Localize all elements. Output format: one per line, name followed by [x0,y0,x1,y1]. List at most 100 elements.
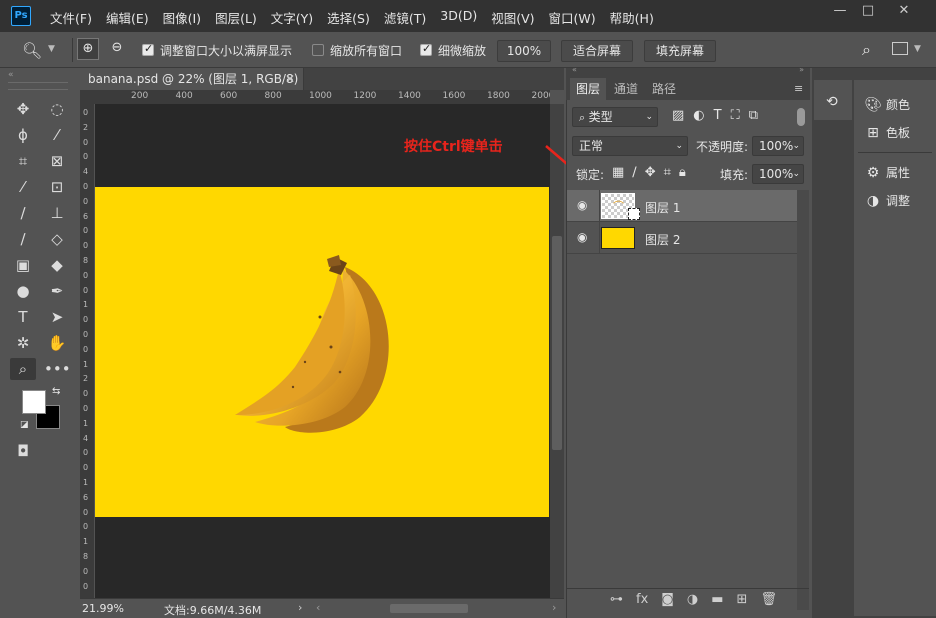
history-icon[interactable]: ⟲ [826,94,838,110]
fx-icon[interactable]: fx [636,592,648,607]
layers-scrollbar[interactable] [797,190,809,610]
type-filter-icon[interactable]: T [714,108,722,123]
menu-type[interactable]: 文字(Y) [271,8,313,27]
custom-shape-icon[interactable]: ✲ [10,332,36,354]
dock-item-swatches[interactable]: ⊞ 色板 [864,122,910,144]
hand-tool-icon[interactable]: ✋ [44,332,70,354]
toolbar-grip[interactable] [8,82,68,90]
dodge-icon[interactable]: ● [10,280,36,302]
layer-name[interactable]: 图层 1 [645,199,680,216]
search-icon[interactable]: ⌕ [862,40,871,60]
close-button[interactable]: ✕ [890,0,918,22]
zoom-out-icon[interactable]: ⊖ [106,38,128,60]
lock-image-icon[interactable]: ∕ [632,165,636,180]
frame-tool-icon[interactable]: ⊠ [44,150,70,172]
layer-row[interactable]: ◉ 图层 2 [567,222,797,254]
zoom-tool-preset-icon[interactable]: 🔍︎ [22,41,42,60]
workspace-icon[interactable] [892,42,908,55]
panel-menu-icon[interactable]: ≡ [794,82,803,95]
menu-image[interactable]: 图像(I) [163,8,201,27]
menu-view[interactable]: 视图(V) [491,8,534,27]
eyedropper-icon[interactable]: ⁄ [10,176,36,198]
crop-icon[interactable]: ⌗ [10,150,36,172]
layer-row[interactable]: ◉ ⌒ 图层 1 [567,190,797,222]
scroll-left-icon[interactable]: ‹ [316,601,320,614]
move-tool-icon[interactable]: ✥ [10,98,36,120]
scroll-right-icon[interactable]: › [552,601,556,614]
filter-type-select[interactable]: ⌕ 类型 ⌄ [572,107,658,127]
lock-all-icon[interactable]: 🔒︎ [679,165,686,180]
dock-item-color[interactable]: 🎨︎ 颜色 [864,94,910,116]
horizontal-scrollbar-thumb[interactable] [390,604,468,613]
zoom-in-icon[interactable]: ⊕ [77,38,99,60]
layer-thumbnail[interactable] [601,227,635,249]
ruler-origin[interactable] [80,90,95,104]
elliptical-marquee-icon[interactable]: ◌ [44,98,70,120]
menu-select[interactable]: 选择(S) [327,8,370,27]
brush-icon[interactable]: ∕ [10,202,36,224]
path-selection-icon[interactable]: ➤ [44,306,70,328]
dock-item-adjustments[interactable]: ◑ 调整 [864,190,910,212]
clone-stamp-icon[interactable]: ⊥ [44,202,70,224]
adjustment-filter-icon[interactable]: ◐ [693,108,704,123]
tab-layers[interactable]: 图层 [570,78,607,100]
blend-mode-select[interactable]: 正常 ⌄ [572,136,688,156]
collapse-panel-icon[interactable]: « [572,65,577,74]
adjustment-layer-icon[interactable]: ◑ [687,592,698,607]
scrollbar-thumb[interactable] [552,236,562,450]
zoom-status[interactable]: 21.99% [82,602,124,615]
maximize-button[interactable]: □ [854,0,882,22]
menu-filter[interactable]: 滤镜(T) [384,8,426,27]
default-colors-icon[interactable]: ◪ [20,420,29,430]
lock-artboard-icon[interactable]: ⌗ [664,165,671,180]
zoom-tool-icon[interactable]: ⌕ [10,358,36,380]
resize-windows-checkbox[interactable] [142,42,154,59]
zoom-100-button[interactable]: 100% [497,40,551,62]
fill-screen-button[interactable]: 填充屏幕 [644,40,716,62]
tab-channels[interactable]: 通道 [608,78,644,100]
menu-file[interactable]: 文件(F) [50,8,92,27]
close-tab-icon[interactable]: ✕ [285,68,295,90]
filter-toggle[interactable] [797,108,805,126]
lock-transparency-icon[interactable]: ▦ [612,165,624,180]
pen-icon[interactable]: ✒ [44,280,70,302]
expand-panel-icon[interactable]: » [799,65,804,74]
history-brush-icon[interactable]: ∕ [10,228,36,250]
opacity-field[interactable]: 100% ⌄ [752,136,804,156]
eye-visibility-icon[interactable]: ◉ [577,230,587,244]
canvas[interactable] [95,187,549,517]
layer-name[interactable]: 图层 2 [645,231,680,248]
minimize-button[interactable]: — [826,0,854,22]
blur-drop-icon[interactable]: ◆ [44,254,70,276]
menu-3d[interactable]: 3D(D) [440,8,477,27]
menu-help[interactable]: 帮助(H) [610,8,654,27]
eraser-icon[interactable]: ◇ [44,228,70,250]
link-layers-icon[interactable]: ⊶ [610,592,623,607]
workspace-chevron-icon[interactable]: ▼ [914,44,921,54]
collapse-arrows-icon[interactable]: « [8,70,14,80]
pixel-filter-icon[interactable]: ▨ [672,108,684,123]
foreground-color-swatch[interactable] [22,390,46,414]
add-mask-icon[interactable]: ◙ [661,592,674,607]
scrubby-zoom-checkbox[interactable] [420,42,432,59]
eye-visibility-icon[interactable]: ◉ [577,198,587,212]
more-tools-icon[interactable]: ••• [44,358,71,380]
dock-item-properties[interactable]: ⚙︎ 属性 [864,162,910,184]
chevron-down-icon[interactable]: ▼ [48,44,55,54]
menu-window[interactable]: 窗口(W) [549,8,596,27]
spot-healing-icon[interactable]: ⊡ [44,176,70,198]
fit-screen-button[interactable]: 适合屏幕 [561,40,633,62]
fill-field[interactable]: 100% ⌄ [752,164,804,184]
gradient-icon[interactable]: ▣ [10,254,36,276]
layer-thumbnail[interactable]: ⌒ [601,193,640,220]
shape-filter-icon[interactable]: ⛶ [731,108,740,123]
document-size[interactable]: 文档:9.66M/4.36M [164,602,261,618]
menu-edit[interactable]: 编辑(E) [106,8,149,27]
smart-object-filter-icon[interactable]: ⧉ [749,108,758,123]
lasso-icon[interactable]: ϕ [10,124,36,146]
lock-position-icon[interactable]: ✥ [645,165,656,180]
tab-paths[interactable]: 路径 [646,78,682,100]
new-layer-icon[interactable]: ⊞ [737,592,748,607]
magic-wand-icon[interactable]: ⁄ [44,124,70,146]
delete-layer-icon[interactable]: 🗑︎ [760,592,777,607]
